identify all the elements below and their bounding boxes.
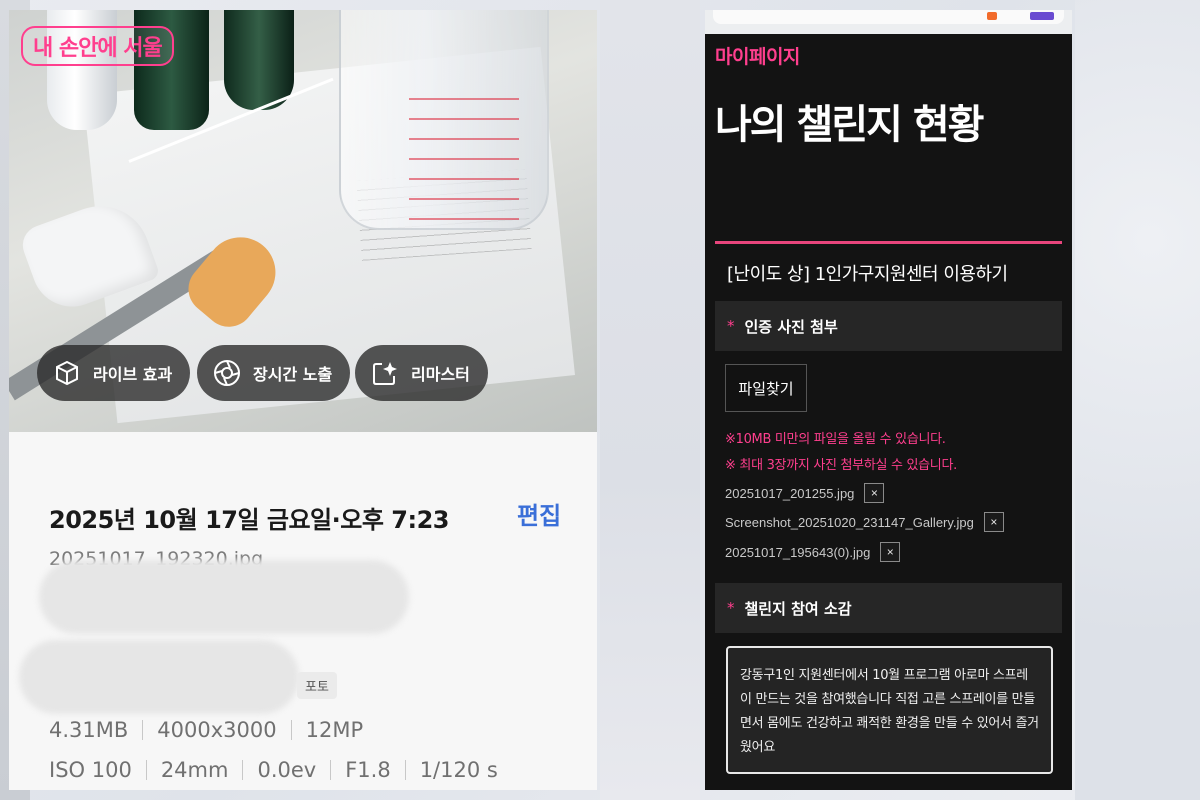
aperture: F1.8: [345, 758, 391, 782]
edit-button[interactable]: 편집: [517, 496, 561, 531]
mypage-label[interactable]: 마이페이지: [715, 42, 800, 69]
attached-file: Screenshot_20251020_231147_Gallery.jpg ×: [725, 512, 1004, 532]
feedback-section-header: * 챌린지 참여 소감: [715, 583, 1062, 633]
address-bar[interactable]: [713, 10, 1064, 24]
photo-type-badge: 포토: [297, 672, 337, 699]
photo-attach-label: 인증 사진 첨부: [744, 317, 838, 336]
long-exposure-label: 장시간 노출: [253, 365, 333, 384]
iso: ISO 100: [49, 758, 132, 782]
background-blur-middle: [600, 0, 700, 800]
divider: [330, 760, 332, 780]
attached-file-name: Screenshot_20251020_231147_Gallery.jpg: [725, 514, 974, 530]
page-title: 나의 챌린지 현황: [715, 102, 984, 148]
challenge-title: [난이도 상] 1인가구지원센터 이용하기: [727, 264, 1008, 285]
remaster-label: 리마스터: [411, 365, 470, 384]
attached-file: 20251017_195643(0).jpg ×: [725, 542, 901, 562]
feedback-label: 챌린지 참여 소감: [744, 599, 852, 618]
attached-file-name: 20251017_195643(0).jpg: [725, 544, 871, 560]
long-exposure-icon: [211, 357, 243, 389]
camera-specs-row: ISO 100 24mm 0.0ev F1.8 1/120 s: [49, 758, 498, 782]
divider: [242, 760, 244, 780]
browser-icon[interactable]: [1030, 12, 1054, 20]
photo-attach-section-header: * 인증 사진 첨부: [715, 301, 1062, 351]
photo-preview[interactable]: 내 손안에 서울 라이브 효과 장시간 노출 리마스터: [9, 10, 597, 432]
background-blur-right: [1075, 0, 1200, 800]
divider: [145, 760, 147, 780]
required-mark: *: [727, 599, 735, 617]
live-effect-icon: [51, 357, 83, 389]
live-effect-button[interactable]: 라이브 효과: [37, 345, 191, 401]
required-mark: *: [727, 317, 735, 335]
remove-file-button[interactable]: ×: [864, 483, 885, 503]
remaster-icon: [369, 357, 401, 389]
gallery-photo-detail-screen: 내 손안에 서울 라이브 효과 장시간 노출 리마스터 2025년 10월 17…: [9, 10, 597, 790]
divider: [715, 241, 1062, 244]
redacted-info: [19, 640, 299, 714]
divider: [142, 720, 144, 740]
photo-date: 2025년 10월 17일 금요일·오후 7:23: [49, 506, 449, 534]
long-exposure-button[interactable]: 장시간 노출: [197, 345, 351, 401]
browser-top-bar: [705, 10, 1072, 34]
photo-specs-row: 4.31MB 4000x3000 12MP: [49, 718, 363, 742]
megapixels: 12MP: [305, 718, 364, 742]
file-browse-button[interactable]: 파일찾기: [725, 364, 807, 412]
attached-file: 20251017_201255.jpg ×: [725, 483, 885, 503]
exposure-value: 0.0ev: [257, 758, 317, 782]
challenge-status-screen: 마이페이지 나의 챌린지 현황 [난이도 상] 1인가구지원센터 이용하기 * …: [705, 10, 1072, 790]
redacted-info: [39, 560, 409, 634]
feedback-textarea[interactable]: 강동구1인 지원센터에서 10월 프로그램 아로마 스프레이 만드는 것을 참여…: [726, 646, 1053, 774]
photo-info-panel: 2025년 10월 17일 금요일·오후 7:23 편집 20251017_19…: [9, 432, 597, 790]
shutter-speed: 1/120 s: [419, 758, 498, 782]
remove-file-button[interactable]: ×: [880, 542, 901, 562]
focal-length: 24mm: [160, 758, 229, 782]
attached-file-name: 20251017_201255.jpg: [725, 485, 855, 501]
remove-file-button[interactable]: ×: [983, 512, 1004, 532]
file-size: 4.31MB: [49, 718, 129, 742]
browser-icon[interactable]: [987, 12, 997, 20]
live-effect-label: 라이브 효과: [93, 365, 173, 384]
upload-notice: ※10MB 미만의 파일을 올릴 수 있습니다.: [725, 432, 946, 447]
divider: [290, 720, 292, 740]
divider: [404, 760, 406, 780]
photo-green-bottle: [224, 10, 294, 110]
resolution: 4000x3000: [157, 718, 277, 742]
brand-logo: 내 손안에 서울: [21, 26, 174, 66]
upload-notice: ※ 최대 3장까지 사진 첨부하실 수 있습니다.: [725, 458, 957, 473]
remaster-button[interactable]: 리마스터: [355, 345, 488, 401]
photo-measuring-cup-marks: [409, 80, 519, 220]
